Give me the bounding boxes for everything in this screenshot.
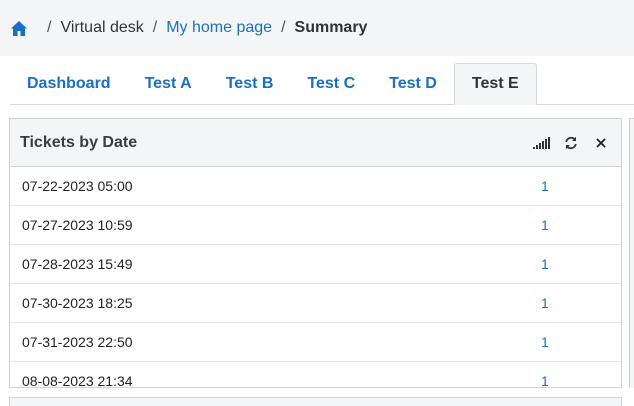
tab-test-b[interactable]: Test B — [209, 63, 291, 105]
tab-test-a[interactable]: Test A — [128, 63, 209, 105]
table-row: 07-27-2023 10:59 1 — [10, 206, 621, 245]
row-date: 08-08-2023 21:34 — [22, 373, 133, 388]
breadcrumb-separator: / — [281, 19, 286, 36]
row-date: 07-27-2023 10:59 — [22, 217, 133, 233]
table-row: 07-22-2023 05:00 1 — [10, 167, 621, 206]
table-row: 07-28-2023 15:49 1 — [10, 245, 621, 284]
table-row: 08-08-2023 21:34 1 — [10, 362, 621, 388]
refresh-icon[interactable] — [556, 119, 586, 167]
table-row: 07-30-2023 18:25 1 — [10, 284, 621, 323]
widget-header: Tickets by Date — [10, 119, 621, 167]
tab-test-c[interactable]: Test C — [290, 63, 372, 105]
breadcrumb-separator: / — [47, 19, 52, 36]
breadcrumb-summary: Summary — [294, 19, 368, 36]
breadcrumb: / Virtual desk / My home page / Summary — [0, 0, 634, 56]
tab-test-e[interactable]: Test E — [453, 63, 537, 105]
tab-test-d[interactable]: Test D — [372, 63, 454, 105]
breadcrumb-separator: / — [152, 19, 158, 36]
row-date: 07-22-2023 05:00 — [22, 178, 133, 194]
breadcrumb-my-home-page[interactable]: My home page — [166, 19, 272, 37]
row-count-link[interactable]: 1 — [541, 295, 549, 311]
breadcrumb-virtual-desk: Virtual desk — [60, 19, 144, 36]
tab-dashboard[interactable]: Dashboard — [10, 63, 128, 105]
widget-title: Tickets by Date — [20, 133, 138, 151]
tickets-by-date-widget: Tickets by Date 07-22-2023 05:00 1 07-27… — [9, 118, 622, 388]
row-date: 07-30-2023 18:25 — [22, 295, 133, 311]
row-count-link[interactable]: 1 — [541, 334, 549, 350]
table-row: 07-31-2023 22:50 1 — [10, 323, 621, 362]
home-icon[interactable] — [10, 19, 28, 37]
tab-bar: Dashboard Test A Test B Test C Test D Te… — [10, 63, 634, 105]
row-count-link[interactable]: 1 — [541, 256, 549, 272]
row-count-link[interactable]: 1 — [541, 178, 549, 194]
row-date: 07-28-2023 15:49 — [22, 256, 133, 272]
signal-bars-icon[interactable] — [526, 119, 556, 167]
row-count-link[interactable]: 1 — [541, 373, 549, 387]
next-widget-edge — [9, 397, 622, 406]
row-date: 07-31-2023 22:50 — [22, 334, 133, 350]
adjacent-widget-edge — [629, 118, 634, 388]
close-icon[interactable] — [586, 119, 616, 167]
row-count-link[interactable]: 1 — [541, 217, 549, 233]
